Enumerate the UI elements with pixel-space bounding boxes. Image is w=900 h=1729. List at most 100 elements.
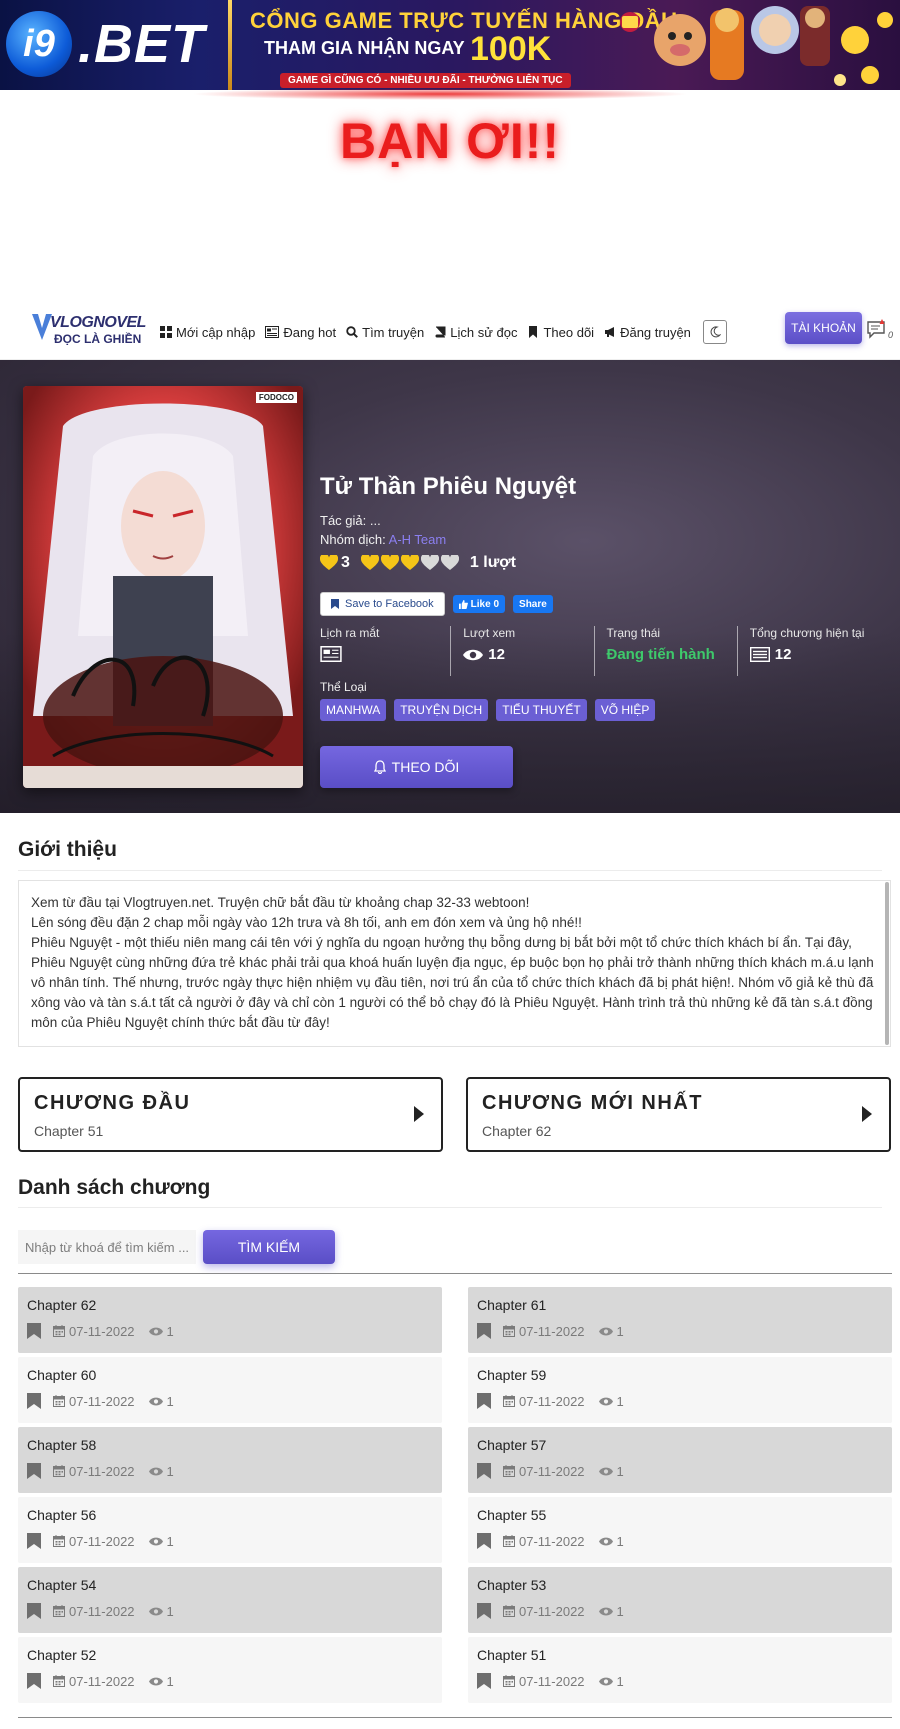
intro-text-box[interactable]: Xem từ đầu tại Vlogtruyen.net. Truyện ch… [18,880,891,1047]
eye-icon [598,1677,613,1685]
bookmark-icon[interactable] [27,1673,41,1689]
chapter-name: Chapter 55 [477,1507,547,1523]
bookmark-icon[interactable] [27,1323,41,1339]
chapter-row[interactable]: Chapter 56 07-11-2022 1 [18,1497,442,1563]
bookmark-icon[interactable] [27,1603,41,1619]
facebook-like-button[interactable]: Like 0 [452,595,506,613]
rating-stars[interactable] [360,555,459,571]
stat-value [320,646,442,662]
eye-icon [598,1327,613,1335]
story-cover-image[interactable]: FODOCO [23,386,303,788]
heart-star-icon[interactable] [440,555,459,571]
chapter-meta: 07-11-2022 1 [477,1603,624,1619]
heart-star-icon[interactable] [400,555,419,571]
chapter-views: 1 [616,1463,624,1479]
dark-mode-toggle[interactable] [702,320,727,344]
follow-button[interactable]: THEO DÕI [320,746,513,788]
chapter-row[interactable]: Chapter 61 07-11-2022 1 [468,1287,892,1353]
save-to-facebook-button[interactable]: Save to Facebook [320,592,445,616]
genre-label: Thể Loại [320,680,367,694]
bookmark-icon [331,599,339,609]
chapter-list: Chapter 62 07-11-2022 1 Chapter 61 07-11-202… [18,1287,892,1703]
chapter-row[interactable]: Chapter 52 07-11-2022 1 [18,1637,442,1703]
bookmark-icon[interactable] [477,1603,491,1619]
chapter-row[interactable]: Chapter 57 07-11-2022 1 [468,1427,892,1493]
chapter-name: Chapter 61 [477,1297,547,1313]
facebook-share-button[interactable]: Share [513,595,553,613]
stat-views-value: 12 [488,646,505,663]
ad-banner[interactable]: i9 .BET CỔNG GAME TRỰC TUYẾN HÀNG ĐẦU TH… [0,0,900,90]
first-chapter-card[interactable]: CHƯƠNG ĐẦU Chapter 51 [18,1077,443,1152]
latest-chapter-title: CHƯƠNG MỚI NHẤT [482,1092,703,1114]
rating-score: 3 [341,554,350,571]
heart-icon [320,555,338,570]
nav-item-search[interactable]: Tìm truyện [346,325,424,340]
genre-tag[interactable]: MANHWA [320,699,387,721]
chapter-row[interactable]: Chapter 55 07-11-2022 1 [468,1497,892,1563]
nav-item-label: Theo dõi [543,324,595,340]
author-line: Tác giả: ... [320,513,381,528]
bookmark-icon[interactable] [477,1533,491,1549]
chapter-row[interactable]: Chapter 62 07-11-2022 1 [18,1287,442,1353]
group-link[interactable]: A-H Team [389,532,447,547]
chapter-row[interactable]: Chapter 59 07-11-2022 1 [468,1357,892,1423]
bookmark-icon[interactable] [477,1673,491,1689]
chapter-row[interactable]: Chapter 58 07-11-2022 1 [18,1427,442,1493]
chapter-search-input[interactable] [18,1230,196,1264]
stat-label: Trạng thái [606,626,661,640]
nav-item-following[interactable]: Theo dõi [527,325,594,340]
genre-tag[interactable]: TRUYỆN DỊCH [394,699,489,721]
nav-item-label: Lịch sử đọc [450,324,518,340]
heart-star-icon[interactable] [420,555,439,571]
chapter-views: 1 [616,1603,624,1619]
chapter-row[interactable]: Chapter 54 07-11-2022 1 [18,1567,442,1633]
chapter-date: 07-11-2022 [519,1463,585,1479]
intro-scrollbar[interactable] [885,882,889,1045]
nav-item-label: Đăng truyện [620,324,691,340]
calendar-icon [503,1675,515,1687]
story-stats: Lịch ra mắt Lượt xem 12 Trạng thái Đang … [320,626,880,676]
rating: 3 1 lượt [320,554,516,572]
stat-release: Lịch ra mắt [320,626,452,676]
bookmark-icon[interactable] [477,1323,491,1339]
navbar: VLOGNOVEL ĐỌC LÀ GHIỀN Mới cập nhập Đang… [0,300,900,360]
thumbs-up-icon [458,599,468,609]
notification-icon[interactable] [866,318,888,340]
genre-tag[interactable]: VÕ HIỆP [594,699,656,721]
chapter-name: Chapter 51 [477,1647,547,1663]
heart-star-icon[interactable] [380,555,399,571]
latest-chapter-card[interactable]: CHƯƠNG MỚI NHẤT Chapter 62 [466,1077,891,1152]
genre-tag[interactable]: TIỂU THUYẾT [496,699,587,721]
chapter-meta: 07-11-2022 1 [477,1323,624,1339]
nav-item-hot[interactable]: Đang hot [265,325,336,340]
nav-item-history[interactable]: Lịch sử đọc [434,325,517,340]
chapter-views: 1 [616,1673,624,1689]
chapter-date: 07-11-2022 [69,1393,135,1409]
chapter-name: Chapter 58 [27,1437,97,1453]
nav-item-new-updates[interactable]: Mới cập nhập [160,325,255,340]
ad-bonus: 100K [470,30,552,68]
bookmark-icon[interactable] [27,1533,41,1549]
bookmark-icon[interactable] [477,1463,491,1479]
nav-item-post-story[interactable]: Đăng truyện [604,325,691,340]
calendar-icon [503,1465,515,1477]
chapter-meta: 07-11-2022 1 [477,1533,624,1549]
chapter-date: 07-11-2022 [69,1463,135,1479]
chapter-search-button[interactable]: TÌM KIẾM [203,1230,335,1264]
chapter-row[interactable]: Chapter 53 07-11-2022 1 [468,1567,892,1633]
list-bottom-rule [18,1717,892,1718]
heart-star-icon[interactable] [360,555,379,571]
bookmark-icon[interactable] [27,1393,41,1409]
bookmark-icon[interactable] [27,1463,41,1479]
bookmark-icon[interactable] [477,1393,491,1409]
chapter-row[interactable]: Chapter 60 07-11-2022 1 [18,1357,442,1423]
account-button[interactable]: TÀI KHOẢN [785,312,862,344]
chapter-name: Chapter 57 [477,1437,547,1453]
site-logo[interactable]: VLOGNOVEL ĐỌC LÀ GHIỀN [32,310,146,350]
intro-paragraph: Lên sóng đều đặn 2 chap mỗi ngày vào 12h… [31,915,582,930]
nav-item-label: Đang hot [283,324,337,340]
chapter-views: 1 [166,1323,174,1339]
chapter-row[interactable]: Chapter 51 07-11-2022 1 [468,1637,892,1703]
chapter-date: 07-11-2022 [69,1673,135,1689]
story-title: Tử Thần Phiêu Nguyệt [320,473,577,500]
